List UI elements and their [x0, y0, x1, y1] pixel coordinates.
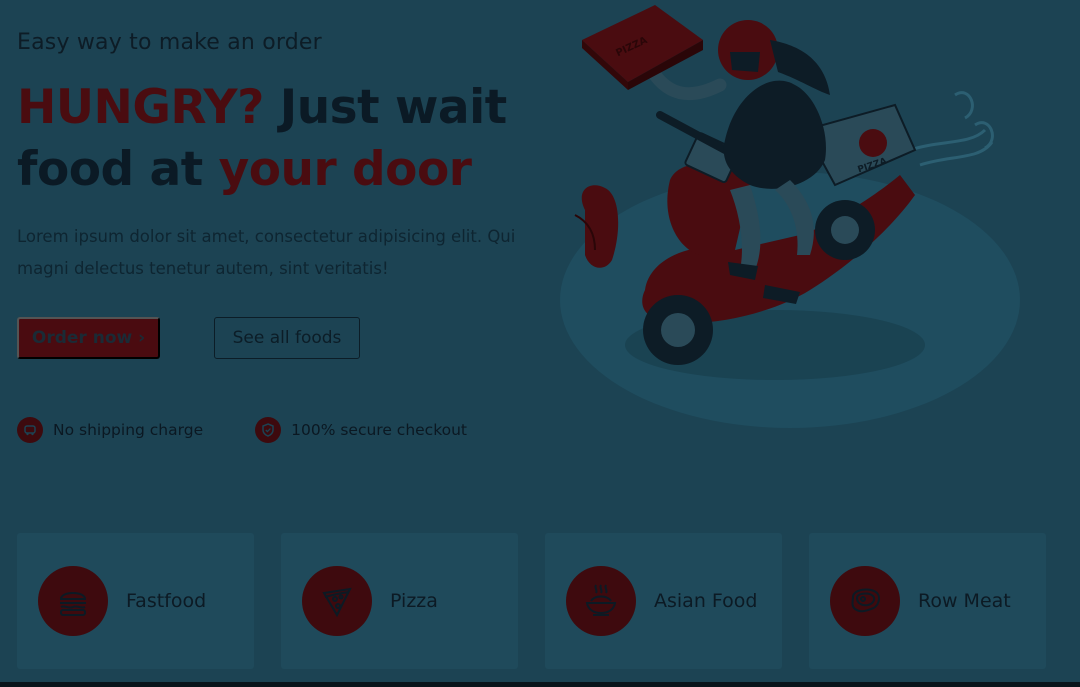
category-cards: Fastfood Pizza Asian Food Row Meat: [17, 533, 1073, 669]
shield-icon: [255, 417, 282, 443]
headline-your-door: your door: [218, 142, 472, 197]
headline-food-at: food at: [17, 142, 219, 197]
headline-just-wait: Just wait: [263, 80, 507, 135]
feature-label: 100% secure checkout: [291, 421, 468, 439]
category-card-fastfood[interactable]: Fastfood: [17, 533, 254, 669]
category-label: Pizza: [390, 590, 438, 612]
hero-section: Easy way to make an order HUNGRY? Just w…: [17, 30, 537, 285]
category-card-row-meat[interactable]: Row Meat: [809, 533, 1046, 669]
car-icon: [17, 417, 43, 443]
see-all-foods-button[interactable]: See all foods: [214, 317, 360, 359]
pizza-box-icon: PIZZA: [582, 5, 703, 90]
feature-secure-checkout: 100% secure checkout: [255, 417, 467, 443]
noodle-bowl-icon: [566, 566, 636, 636]
category-card-pizza[interactable]: Pizza: [281, 533, 518, 669]
hero-description: Lorem ipsum dolor sit amet, consectetur …: [17, 227, 516, 278]
category-label: Row Meat: [918, 590, 1011, 612]
hero-subtitle: Easy way to make an order: [17, 30, 322, 55]
hero-buttons: Order now › See all foods: [17, 317, 360, 359]
category-label: Fastfood: [126, 590, 207, 612]
feature-label: No shipping charge: [53, 421, 204, 439]
headline-hungry: HUNGRY?: [17, 80, 264, 135]
leaf-icon: [581, 185, 619, 268]
category-label: Asian Food: [654, 590, 758, 612]
hero-headline: HUNGRY? Just wait food at your door: [17, 77, 537, 201]
bottom-bar: [0, 682, 1080, 687]
feature-no-shipping: No shipping charge: [17, 417, 203, 443]
delivery-illustration: PIZZA PIZZA: [560, 0, 1060, 440]
pizza-slice-icon: [302, 566, 372, 636]
order-now-button[interactable]: Order now ›: [17, 317, 160, 359]
wind-lines-icon: [909, 91, 994, 167]
steak-icon: [830, 566, 900, 636]
category-card-asian-food[interactable]: Asian Food: [545, 533, 782, 669]
feature-list: No shipping charge 100% secure checkout: [17, 417, 519, 443]
burger-icon: [38, 566, 108, 636]
